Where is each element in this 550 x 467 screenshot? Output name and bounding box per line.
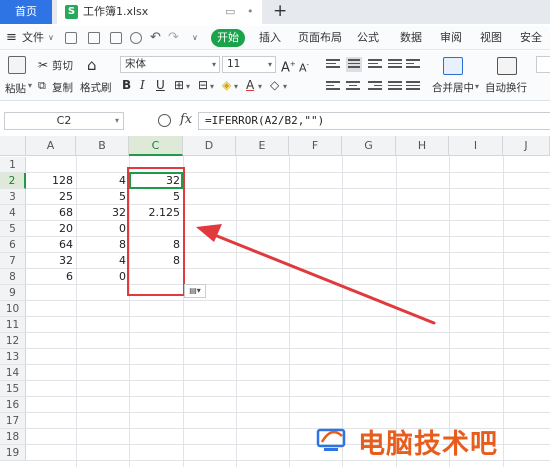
font-color-dropdown-icon[interactable]: ▾ (258, 80, 262, 94)
font-size-dropdown-icon: ▾ (267, 60, 272, 69)
watermark-text: 电脑技术吧 (358, 429, 498, 460)
tab-workbook[interactable]: S 工作簿1.xlsx ▭ • (57, 0, 262, 24)
new-tab-button[interactable]: + (273, 0, 287, 23)
name-box[interactable]: C2 ▾ (4, 112, 124, 130)
clear-format-dropdown-icon[interactable]: ▾ (283, 80, 287, 94)
watermark-logo-icon (316, 428, 346, 451)
watermark: 电脑技术吧 (314, 418, 550, 460)
font-name-dropdown-icon: ▾ (211, 60, 216, 69)
distributed-icon[interactable] (406, 81, 420, 93)
export-pdf-icon[interactable] (130, 32, 142, 44)
clear-format-icon[interactable]: ◇ (270, 78, 279, 92)
copy-icon: ⧉ (38, 79, 46, 92)
quick-access-dropdown-icon[interactable]: ∨ (192, 26, 198, 50)
name-box-dropdown-icon: ▾ (114, 116, 119, 125)
tab-home[interactable]: 首页 (0, 0, 52, 24)
tab-workbook-label: 工作簿1.xlsx (83, 5, 149, 18)
merge-cells-icon[interactable]: ⊟ (198, 78, 208, 92)
more-dot-icon[interactable]: • (247, 0, 254, 24)
merge-center-dropdown-icon[interactable]: ▾ (475, 82, 479, 91)
font-name-select[interactable]: 宋体 ▾ (120, 56, 220, 73)
save-icon[interactable] (65, 32, 77, 44)
ribbon-toolbar: 粘贴 ▾ ✂ 剪切 ⧉ 复制 ⌂ 格式刷 宋体 ▾ 11 ▾ A+ A- B I… (0, 51, 550, 101)
decrease-font-icon[interactable]: A- (299, 58, 309, 76)
paste-icon[interactable] (8, 56, 26, 74)
menu-start[interactable]: 开始 (211, 29, 245, 47)
print-preview-icon[interactable] (88, 32, 100, 44)
tab-bar: 首页 S 工作簿1.xlsx ▭ • + (0, 0, 550, 24)
menu-insert[interactable]: 插入 (259, 26, 281, 50)
font-size-value: 11 (227, 58, 241, 70)
italic-icon[interactable]: I (140, 78, 145, 92)
menu-hamburger-icon[interactable]: ≡ (6, 26, 17, 50)
wrap-text-button[interactable]: 自动换行 (485, 80, 527, 95)
font-color-icon[interactable]: A (246, 78, 254, 92)
align-middle-icon[interactable] (346, 57, 362, 72)
paste-dropdown-icon[interactable]: ▾ (28, 81, 32, 90)
undo-icon[interactable]: ↶ (150, 26, 161, 50)
align-top-icon[interactable] (326, 59, 340, 71)
justify-icon[interactable] (388, 81, 402, 93)
bold-icon[interactable]: B (122, 78, 131, 92)
formula-input[interactable]: =IFERROR(A2/B2,"") (198, 112, 550, 130)
cut-button[interactable]: 剪切 (52, 58, 73, 73)
increase-font-icon[interactable]: A+ (281, 57, 296, 75)
menu-security[interactable]: 安全 (520, 26, 542, 50)
menu-formulas[interactable]: 公式 (357, 26, 379, 50)
file-dropdown-icon[interactable]: ∨ (48, 26, 54, 50)
merge-dropdown-icon[interactable]: ▾ (210, 80, 214, 94)
menu-review[interactable]: 审阅 (440, 26, 462, 50)
insert-function-button[interactable]: fx (180, 112, 192, 127)
format-painter-button[interactable]: 格式刷 (80, 80, 112, 95)
font-name-value: 宋体 (125, 58, 146, 70)
pin-icon[interactable]: ▭ (225, 0, 235, 24)
paste-button[interactable]: 粘贴 (5, 81, 26, 96)
align-left-icon[interactable] (326, 81, 340, 93)
copy-button[interactable]: 复制 (52, 80, 73, 95)
fill-color-dropdown-icon[interactable]: ▾ (234, 80, 238, 94)
merge-center-icon (443, 57, 463, 75)
format-painter-icon: ⌂ (87, 56, 97, 74)
borders-icon[interactable]: ⊞ (174, 78, 184, 92)
fill-color-icon[interactable]: ◈ (222, 78, 231, 92)
wrap-text-icon (497, 57, 517, 75)
name-box-value: C2 (56, 114, 72, 127)
menu-bar: ≡ 文件 ∨ ↶ ↷ ∨ 开始 插入 页面布局 公式 数据 审阅 视图 安全 (0, 26, 550, 50)
align-right-icon[interactable] (368, 81, 382, 93)
cut-icon: ✂ (38, 58, 49, 72)
menu-page-layout[interactable]: 页面布局 (298, 26, 342, 50)
zoom-search-icon[interactable] (158, 114, 171, 127)
redo-icon[interactable]: ↷ (168, 26, 179, 50)
align-bottom-icon[interactable] (368, 59, 382, 71)
print-icon[interactable] (110, 32, 122, 44)
menu-data[interactable]: 数据 (400, 26, 422, 50)
borders-dropdown-icon[interactable]: ▾ (186, 80, 190, 94)
menu-view[interactable]: 视图 (480, 26, 502, 50)
spreadsheet-icon: S (65, 5, 78, 19)
underline-icon[interactable]: U (156, 78, 165, 92)
wrap-lines-icon[interactable] (388, 59, 402, 71)
font-size-select[interactable]: 11 ▾ (222, 56, 276, 73)
menu-file[interactable]: 文件 (22, 26, 44, 50)
merge-center-button[interactable]: 合并居中 (432, 80, 474, 95)
formula-bar: C2 ▾ fx =IFERROR(A2/B2,"") (0, 110, 550, 132)
align-center-icon[interactable] (346, 81, 360, 93)
number-format-select[interactable] (536, 56, 550, 73)
text-direction-icon[interactable] (406, 59, 420, 71)
